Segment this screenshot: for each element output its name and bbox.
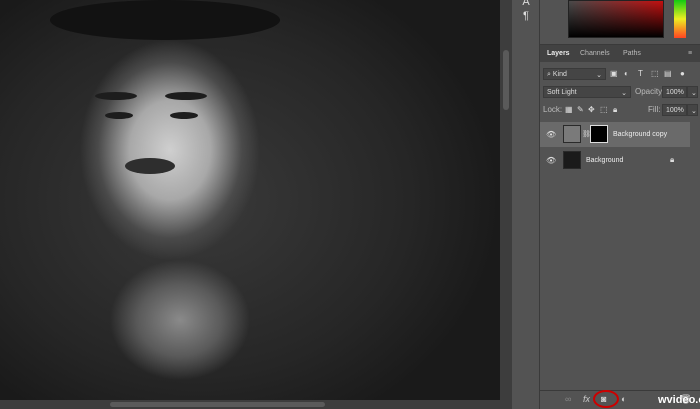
layers-bottom-bar: ∞ fx ◙ ◐ 🗑︎ wvideo.com <box>540 390 700 409</box>
lock-transparent-icon[interactable]: ▦ <box>565 105 573 114</box>
photo-hair <box>50 0 280 40</box>
photo-eyebrow <box>95 92 137 100</box>
vertical-scroll-thumb[interactable] <box>503 50 509 110</box>
filter-kind-label: Kind <box>552 71 567 78</box>
layer-row-background-copy[interactable]: 👁︎ ⛓ Background copy <box>540 122 690 147</box>
chevron-down-icon: ⌄ <box>596 72 602 79</box>
visibility-eye-icon[interactable]: 👁︎ <box>546 130 556 139</box>
photo-mouth <box>125 158 175 174</box>
layer-row-background[interactable]: 👁︎ Background 🔒︎ <box>540 148 690 173</box>
tab-paths[interactable]: Paths <box>623 50 641 57</box>
filter-kind-select[interactable]: ⌕ Kind ⌄ <box>543 68 606 80</box>
layer-lock-icon: 🔒︎ <box>670 155 675 164</box>
adjustment-filter-icon[interactable]: ◐ <box>624 69 629 78</box>
character-icon[interactable]: A <box>520 0 532 8</box>
blend-mode-value: Soft Light <box>547 89 577 96</box>
fx-icon[interactable]: fx <box>583 394 590 404</box>
adjustment-icon[interactable]: ◐ <box>621 394 626 404</box>
layers-panel: Layers Channels Paths ≡ ⌕ Kind ⌄ ▣ ◐ T ⬚ … <box>540 0 700 409</box>
lock-position-icon[interactable]: ✥ <box>588 105 595 114</box>
photo-eye <box>105 112 133 119</box>
layer-name: Background <box>586 157 624 164</box>
watermark: wvideo.com <box>658 394 700 406</box>
opacity-dropdown[interactable]: ⌄ <box>687 86 698 98</box>
fill-dropdown[interactable]: ⌄ <box>687 104 698 116</box>
panel-tabs: Layers Channels Paths ≡ <box>540 44 700 62</box>
type-filter-icon[interactable]: T <box>638 69 643 78</box>
lock-label: Lock: <box>543 105 563 114</box>
fill-label: Fill: <box>648 105 661 114</box>
layer-mask-thumbnail[interactable] <box>590 125 608 143</box>
chevron-down-icon: ⌄ <box>621 90 627 97</box>
visibility-eye-icon[interactable]: 👁︎ <box>546 156 556 165</box>
blend-mode-select[interactable]: Soft Light ⌄ <box>543 86 631 98</box>
document-canvas[interactable] <box>0 0 500 400</box>
lock-all-icon[interactable]: 🔒︎ <box>613 105 617 115</box>
panel-toolbar: A ¶ <box>512 0 540 409</box>
layer-thumbnail <box>563 125 581 143</box>
lock-artboard-icon[interactable]: ⬚ <box>600 105 608 114</box>
layer-thumbnail <box>563 151 581 169</box>
opacity-input[interactable]: 100% <box>662 86 687 98</box>
shape-filter-icon[interactable]: ⬚ <box>651 69 659 78</box>
search-icon: ⌕ <box>547 71 551 78</box>
opacity-label: Opacity: <box>635 87 665 96</box>
pixel-filter-icon[interactable]: ▣ <box>610 69 618 78</box>
photo-eyebrow <box>165 92 207 100</box>
hue-slider[interactable] <box>674 0 686 38</box>
panel-menu-icon[interactable]: ≡ <box>688 50 692 57</box>
lock-row: Lock: ▦ ✎ ✥ ⬚ 🔒︎ Fill: 100% ⌄ <box>540 103 700 117</box>
color-picker-field[interactable] <box>568 0 664 38</box>
layer-name: Background copy <box>613 131 668 138</box>
smart-object-filter-icon[interactable]: ▤ <box>664 69 672 78</box>
filter-row: ⌕ Kind ⌄ ▣ ◐ T ⬚ ▤ ● <box>540 67 700 81</box>
tab-layers[interactable]: Layers <box>547 50 570 57</box>
paragraph-icon[interactable]: ¶ <box>520 10 532 22</box>
blend-row: Soft Light ⌄ Opacity: 100% ⌄ <box>540 85 700 99</box>
tab-channels[interactable]: Channels <box>580 50 610 57</box>
horizontal-scroll-thumb[interactable] <box>110 402 325 407</box>
link-icon[interactable]: ∞ <box>565 394 571 404</box>
highlight-circle <box>593 390 619 408</box>
filter-toggle-icon[interactable]: ● <box>680 69 685 78</box>
fill-input[interactable]: 100% <box>662 104 687 116</box>
lock-image-icon[interactable]: ✎ <box>577 105 584 114</box>
photo-eye <box>170 112 198 119</box>
